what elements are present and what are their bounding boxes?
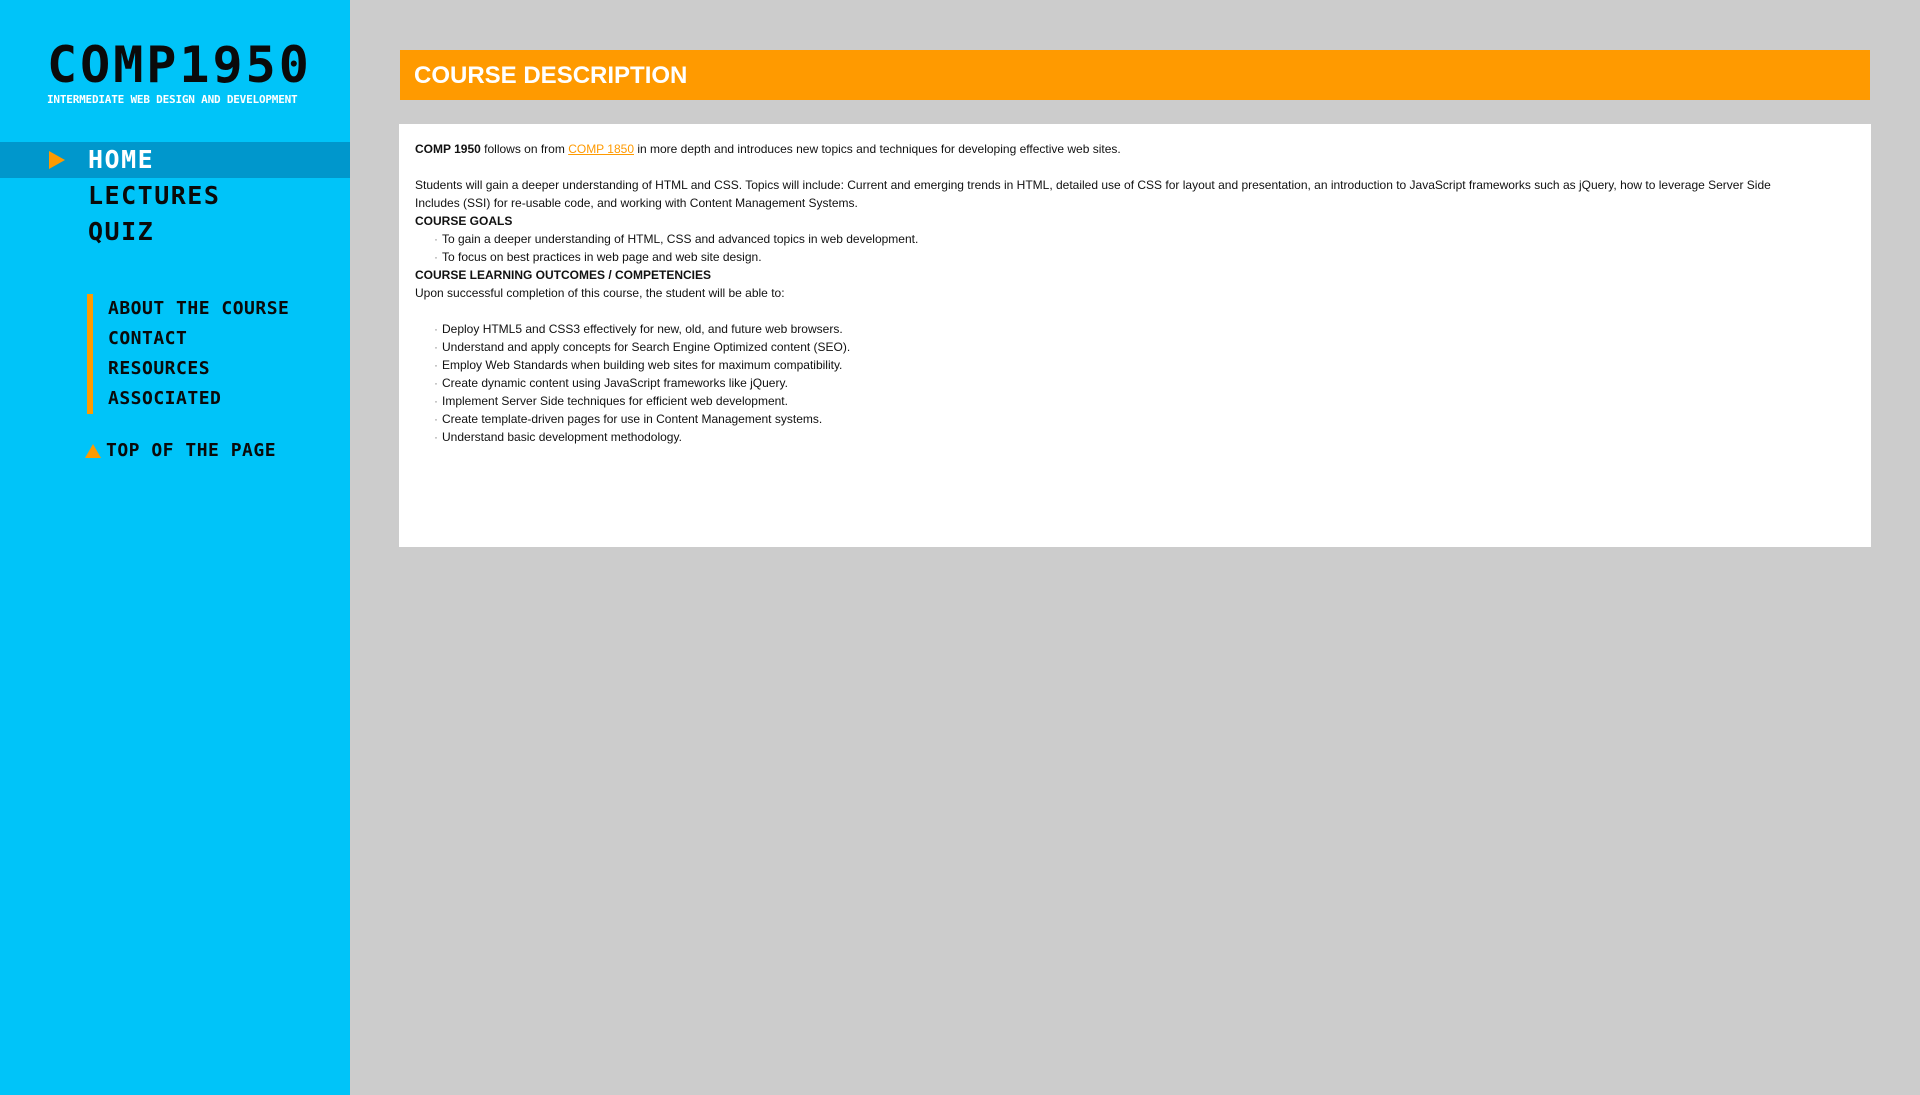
intro-text-after: in more depth and introduces new topics … [634,142,1121,156]
intro-text-before: follows on from [480,142,569,156]
outcome-text: Implement Server Side techniques for eff… [442,394,788,408]
goal-text: To gain a deeper understanding of HTML, … [442,232,919,246]
nav-item-quiz[interactable]: QUIZ [0,214,350,250]
nav-item-label: HOME [88,145,155,174]
outcome-text: Create template-driven pages for use in … [442,412,823,426]
list-item: · Implement Server Side techniques for ef… [434,392,1855,410]
list-item: · Understand basic development methodolog… [434,428,1855,446]
course-code: COMP 1950 [415,142,481,156]
up-arrow-icon [85,444,101,458]
outcome-text: Employ Web Standards when building web s… [442,358,843,372]
list-item: · To gain a deeper understanding of HTML,… [434,230,1855,248]
bullet-icon: · [434,358,438,372]
outcome-text: Understand and apply concepts for Search… [442,340,851,354]
bullet-icon: · [434,412,438,426]
content-panel: COMP 1950 follows on from COMP 1850 in m… [399,124,1871,547]
top-of-page-label: TOP OF THE PAGE [106,440,277,461]
outcome-text: Understand basic development methodology… [442,430,682,444]
nav-item-home[interactable]: HOME [0,142,350,178]
sub-nav-contact[interactable]: CONTACT [93,324,333,354]
list-item: · Deploy HTML5 and CSS3 effectively for n… [434,320,1855,338]
nav-item-label: QUIZ [88,217,155,246]
top-of-page-link[interactable]: TOP OF THE PAGE [85,438,276,464]
bullet-icon: · [434,340,438,354]
sub-nav-about-the-course[interactable]: ABOUT THE COURSE [93,294,333,324]
page-title: COURSE DESCRIPTION [414,62,688,89]
sidebar: COMP1950 INTERMEDIATE WEB DESIGN AND DEV… [0,0,350,1095]
course-goals-heading: COURSE GOALS [415,214,513,228]
logo-title: COMP1950 [47,36,312,94]
outcome-text: Deploy HTML5 and CSS3 effectively for ne… [442,322,843,336]
list-item: · Create template-driven pages for use in… [434,410,1855,428]
outcomes-list: · Deploy HTML5 and CSS3 effectively for n… [415,320,1855,446]
sub-nav: ABOUT THE COURSE CONTACT RESOURCES ASSOC… [87,294,333,414]
bullet-icon: · [434,376,438,390]
list-item: · Create dynamic content using JavaScript… [434,374,1855,392]
nav-item-lectures[interactable]: LECTURES [0,178,350,214]
list-item: · Employ Web Standards when building web … [434,356,1855,374]
outcome-text: Create dynamic content using JavaScript … [442,376,788,390]
comp-1850-link[interactable]: COMP 1850 [568,142,634,156]
list-item: · Understand and apply concepts for Searc… [434,338,1855,356]
main-nav: HOME LECTURES QUIZ [0,142,350,250]
outcomes-intro: Upon successful completion of this cours… [415,286,785,300]
outcomes-heading: COURSE LEARNING OUTCOMES / COMPETENCIES [415,268,712,282]
sub-nav-associated[interactable]: ASSOCIATED [93,384,333,414]
nav-item-label: LECTURES [88,181,221,210]
bullet-icon: · [434,394,438,408]
course-overview-paragraph: Students will gain a deeper understandin… [415,178,1771,210]
bullet-icon: · [434,250,438,264]
intro-paragraph: COMP 1950 follows on from COMP 1850 in m… [415,140,1855,158]
site-logo[interactable]: COMP1950 INTERMEDIATE WEB DESIGN AND DEV… [47,40,317,107]
goal-text: To focus on best practices in web page a… [442,250,762,264]
sub-nav-resources[interactable]: RESOURCES [93,354,333,384]
logo-subtitle: INTERMEDIATE WEB DESIGN AND DEVELOPMENT [47,93,298,106]
play-arrow-icon [49,151,65,169]
list-item: · To focus on best practices in web page … [434,248,1855,266]
bullet-icon: · [434,430,438,444]
bullet-icon: · [434,232,438,246]
bullet-icon: · [434,322,438,336]
course-goals-list: · To gain a deeper understanding of HTML,… [415,230,1855,266]
section-header: COURSE DESCRIPTION [400,50,1870,100]
